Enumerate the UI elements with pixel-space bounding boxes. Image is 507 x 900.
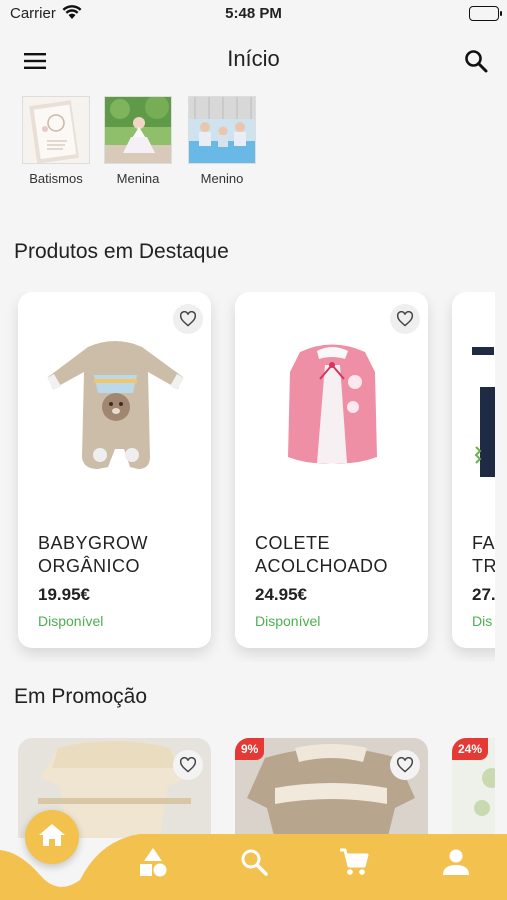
category-image	[104, 96, 172, 164]
discount-badge: 24%	[452, 738, 489, 760]
product-card[interactable]: FA TR 27. Dis	[452, 292, 495, 648]
categories-icon[interactable]	[135, 844, 171, 880]
category-batismos[interactable]: Batismos	[16, 96, 96, 186]
status-bar: Carrier 5:48 PM	[0, 0, 507, 28]
product-availability: Dis	[472, 613, 493, 629]
category-image	[188, 96, 256, 164]
promo-card[interactable]: 24%	[452, 738, 495, 838]
promo-card[interactable]: 9%	[235, 738, 428, 838]
category-menina[interactable]: Menina	[98, 96, 178, 186]
featured-section-title: Produtos em Destaque	[14, 240, 229, 263]
product-card[interactable]: COLETE ACOLCHOADO 24.95€ Disponível	[235, 292, 428, 648]
cart-icon[interactable]	[336, 844, 372, 880]
category-label: Menina	[116, 171, 160, 186]
search-icon[interactable]	[461, 46, 491, 76]
battery-icon	[469, 6, 502, 21]
heart-icon[interactable]	[173, 750, 203, 780]
category-menino[interactable]: Menino	[182, 96, 262, 186]
category-label: Batismos	[29, 171, 83, 186]
product-availability: Disponível	[255, 613, 321, 629]
category-image	[22, 96, 90, 164]
product-price: 27.	[472, 585, 495, 604]
product-image	[472, 327, 495, 487]
page-title: Início	[227, 46, 280, 71]
product-name: FA TR	[472, 533, 495, 576]
home-button[interactable]	[25, 810, 79, 864]
promotions-section-title: Em Promoção	[14, 685, 148, 708]
profile-icon[interactable]	[438, 844, 474, 880]
product-price: 19.95€	[38, 585, 90, 604]
home-icon	[38, 822, 66, 853]
discount-badge: 9%	[235, 738, 265, 760]
product-card[interactable]: BABYGROW ORGÂNICO 19.95€ Disponível	[18, 292, 211, 648]
product-image	[255, 327, 410, 487]
heart-icon[interactable]	[390, 750, 420, 780]
app-header: Início	[0, 36, 507, 84]
product-availability: Disponível	[38, 613, 104, 629]
product-name: BABYGROW ORGÂNICO	[38, 533, 149, 576]
status-time: 5:48 PM	[225, 5, 282, 22]
search-icon[interactable]	[236, 844, 272, 880]
product-price: 24.95€	[255, 585, 307, 604]
category-label: Menino	[200, 171, 244, 186]
featured-products-carousel[interactable]: BABYGROW ORGÂNICO 19.95€ Disponível COLE…	[0, 292, 495, 662]
product-name: COLETE ACOLCHOADO	[255, 533, 389, 576]
product-image	[38, 327, 193, 487]
